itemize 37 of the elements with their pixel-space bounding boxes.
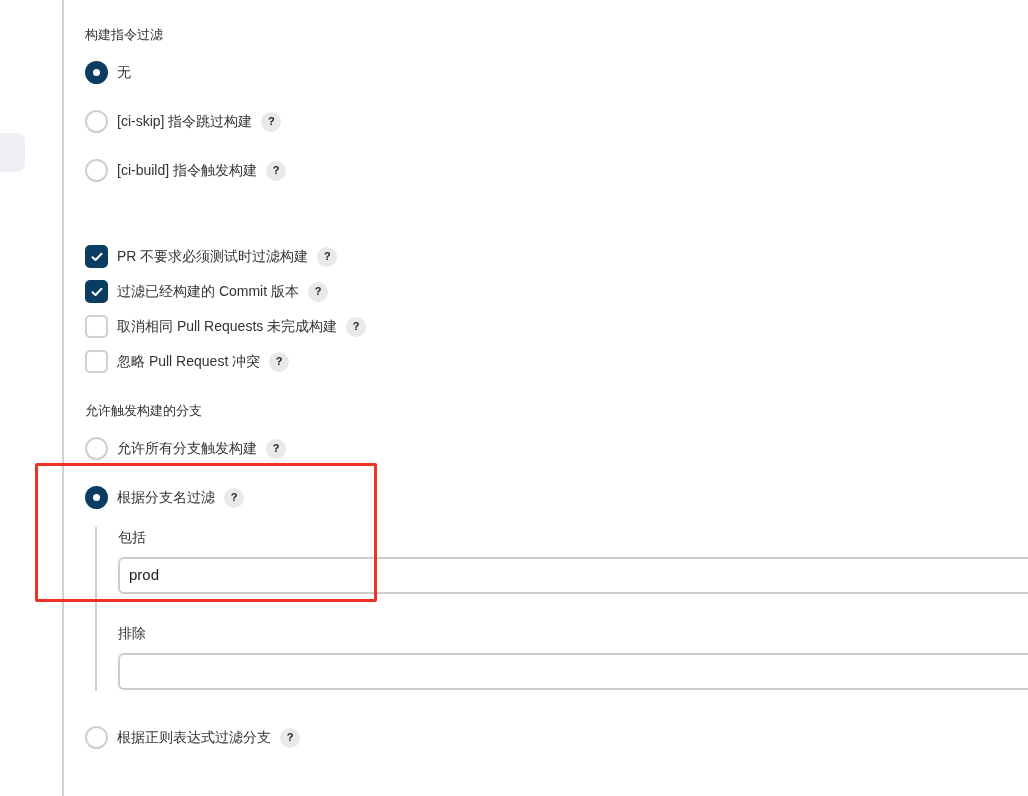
radio-button[interactable] — [85, 159, 108, 182]
checkbox-label: 过滤已经构建的 Commit 版本 — [117, 282, 299, 301]
checkbox[interactable] — [85, 280, 108, 303]
help-button[interactable]: ? — [269, 351, 290, 372]
radio-button[interactable] — [85, 486, 108, 509]
radio-label: [ci-build] 指令触发构建 — [117, 161, 258, 180]
checkbox-label: PR 不要求必须测试时过滤构建 — [117, 247, 309, 266]
help-button[interactable]: ? — [266, 438, 286, 459]
radio-button[interactable] — [85, 61, 108, 84]
checkbox[interactable] — [85, 350, 108, 373]
radio-label: 允许所有分支触发构建 — [117, 439, 257, 458]
field-label: 排除 — [118, 624, 147, 643]
checkbox-label: 取消相同 Pull Requests 未完成构建 — [117, 317, 338, 336]
radio-label: 根据分支名过滤 — [117, 488, 215, 507]
help-button[interactable]: ? — [280, 727, 300, 748]
check-icon — [90, 286, 103, 297]
field-label: 包括 — [118, 528, 147, 547]
checkbox-label: 忽略 Pull Request 冲突 — [117, 352, 261, 371]
section-title: 允许触发构建的分支 — [85, 402, 203, 420]
section-title: 构建指令过滤 — [85, 26, 164, 44]
radio-label: 无 — [117, 63, 131, 82]
checkbox[interactable] — [85, 245, 108, 268]
radio-button[interactable] — [85, 437, 108, 460]
radio-button[interactable] — [85, 110, 108, 133]
text-input[interactable]: prod — [118, 557, 1028, 594]
help-button[interactable]: ? — [261, 111, 282, 132]
help-button[interactable]: ? — [308, 281, 328, 302]
help-button[interactable]: ? — [346, 316, 367, 337]
checkbox[interactable] — [85, 315, 108, 338]
help-button[interactable]: ? — [224, 487, 244, 508]
text-input[interactable] — [118, 653, 1028, 690]
radio-label: [ci-skip] 指令跳过构建 — [117, 112, 253, 131]
help-button[interactable]: ? — [317, 246, 338, 267]
radio-label: 根据正则表达式过滤分支 — [117, 728, 271, 747]
radio-button[interactable] — [85, 726, 108, 749]
help-button[interactable]: ? — [266, 160, 287, 181]
check-icon — [90, 251, 103, 262]
